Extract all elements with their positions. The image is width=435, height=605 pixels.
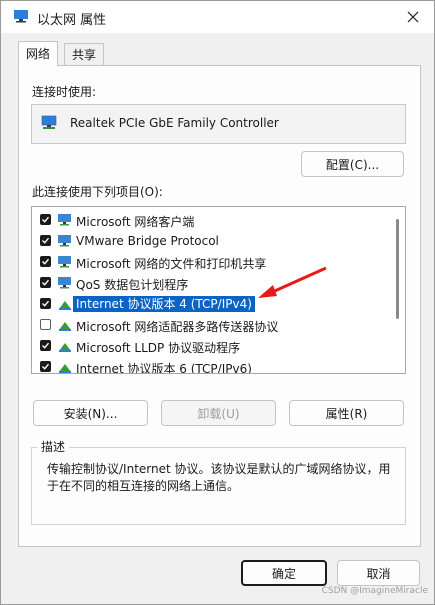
watermark: CSDN @ImagineMiracle (321, 586, 428, 596)
protocol-icon (57, 318, 73, 332)
tab-sharing[interactable]: 共享 (64, 43, 105, 67)
tab-network[interactable]: 网络 (18, 41, 59, 67)
network-adapter-icon (41, 114, 57, 130)
connect-using-label: 连接时使用: (32, 85, 97, 99)
description-text: 传输控制协议/Internet 协议。该协议是默认的广域网络协议，用于在不同的相… (47, 462, 391, 493)
cancel-button[interactable]: 取消 (337, 560, 420, 586)
item-checkbox[interactable] (40, 319, 51, 330)
protocol-icon (57, 339, 73, 353)
list-item[interactable]: VMware Bridge Protocol (32, 231, 392, 251)
item-checkbox[interactable] (40, 361, 51, 372)
connection-items-list[interactable]: Microsoft 网络客户端 VMware Bridge Protocol M… (31, 206, 406, 374)
description-title: 描述 (37, 438, 70, 455)
adapter-name: Realtek PCIe GbE Family Controller (70, 116, 279, 130)
title-bar: 以太网 属性 (1, 1, 434, 33)
ok-button[interactable]: 确定 (241, 560, 327, 586)
item-checkbox[interactable] (40, 214, 51, 225)
item-checkbox[interactable] (40, 277, 51, 288)
list-item[interactable]: Microsoft 网络的文件和打印机共享 (32, 252, 392, 272)
list-item[interactable]: Microsoft 网络适配器多路传送器协议 (32, 315, 392, 335)
adapter-field: Realtek PCIe GbE Family Controller (31, 104, 406, 144)
list-item[interactable]: Internet 协议版本 6 (TCP/IPv6) (32, 357, 392, 373)
network-client-icon (57, 255, 73, 269)
network-client-icon (57, 234, 73, 248)
item-checkbox[interactable] (40, 340, 51, 351)
list-item-selected[interactable]: Internet 协议版本 4 (TCP/IPv4) (32, 294, 392, 314)
ethernet-properties-dialog: 以太网 属性 网络 共享 连接时使用: Realtek PCIe GbE Fam… (0, 0, 435, 605)
install-button[interactable]: 安装(N)... (33, 400, 148, 426)
item-checkbox[interactable] (40, 256, 51, 267)
list-item[interactable]: Microsoft 网络客户端 (32, 210, 392, 230)
protocol-icon (57, 297, 73, 311)
list-item[interactable]: Microsoft LLDP 协议驱动程序 (32, 336, 392, 356)
properties-button[interactable]: 属性(R) (289, 400, 404, 426)
network-client-icon (57, 276, 73, 290)
window-title: 以太网 属性 (37, 13, 107, 28)
item-checkbox[interactable] (40, 298, 51, 309)
list-scrollbar[interactable] (396, 219, 399, 319)
annotation-arrow-icon (258, 266, 327, 298)
network-adapter-icon (13, 9, 29, 23)
configure-button[interactable]: 配置(C)... (301, 151, 404, 177)
item-checkbox[interactable] (40, 235, 51, 246)
list-item[interactable]: QoS 数据包计划程序 (32, 273, 392, 293)
network-client-icon (57, 213, 73, 227)
protocol-icon (57, 360, 73, 373)
uninstall-button[interactable]: 卸载(U) (161, 400, 276, 426)
close-icon (407, 11, 419, 23)
close-button[interactable] (398, 5, 428, 29)
items-label: 此连接使用下列项目(O): (32, 185, 163, 199)
